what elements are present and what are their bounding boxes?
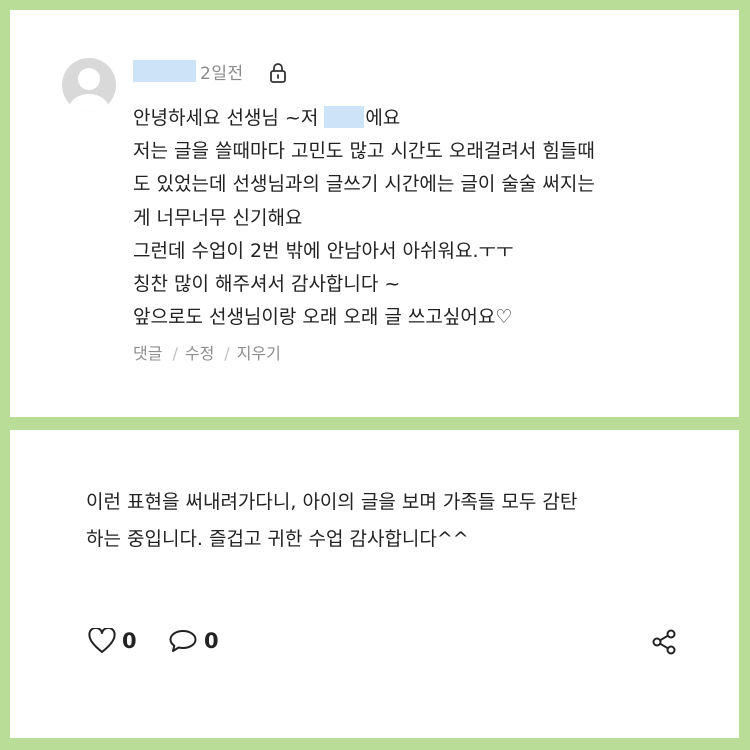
comment-text: 안녕하세요 선생님 ~저 <box>133 107 319 129</box>
comment-line: 저는 글을 쓸때마다 고민도 많고 시간도 오래걸려서 힘들때 <box>133 140 595 163</box>
separator: / <box>224 344 230 363</box>
default-avatar-icon[interactable] <box>62 58 116 112</box>
reply-body: 이런 표현을 써내려가다니, 아이의 글을 보며 가족들 모두 감탄 하는 중입… <box>86 484 706 558</box>
like-button[interactable]: 0 <box>88 628 137 654</box>
reply-line: 하는 중입니다. 즐겁고 귀한 수업 감사합니다^^ <box>86 528 469 550</box>
redacted-name <box>324 106 365 128</box>
comment-body: 안녕하세요 선생님 ~저 에요 저는 글을 쓸때마다 고민도 많고 시간도 오래걸… <box>133 102 723 334</box>
like-count: 0 <box>122 629 137 653</box>
reply-line: 이런 표현을 써내려가다니, 아이의 글을 보며 가족들 모두 감탄 <box>86 491 578 513</box>
reply-link[interactable]: 댓글 <box>133 344 162 363</box>
comment-count: 0 <box>204 629 219 653</box>
separator: / <box>172 344 178 363</box>
comment-line: 도 있었는데 선생님과의 글쓰기 시간에는 글이 술술 써지는 <box>133 173 595 196</box>
heart-icon <box>88 628 116 653</box>
speech-bubble-icon <box>169 630 197 652</box>
delete-link[interactable]: 지우기 <box>237 344 281 363</box>
comment-line: 그런데 수업이 2번 밖에 안남아서 아쉬워요.ㅜㅜ <box>133 239 514 262</box>
comment-line: 안녕하세요 선생님 ~저 에요 <box>133 102 723 135</box>
comment-line: 게 너무너무 신기해요 <box>133 206 303 229</box>
comment-line: 앞으로도 선생님이랑 오래 오래 글 쓰고싶어요♡ <box>133 306 513 329</box>
share-icon[interactable] <box>650 628 678 656</box>
comment-text: 에요 <box>365 107 401 129</box>
redacted-username <box>133 60 196 82</box>
comment-time: 2일전 <box>200 64 244 84</box>
comment-line: 칭찬 많이 해주셔서 감사합니다 ~ <box>133 273 401 296</box>
comment-actions: 댓글 / 수정 / 지우기 <box>133 340 281 364</box>
comment-button[interactable]: 0 <box>168 628 219 654</box>
edit-link[interactable]: 수정 <box>185 344 214 363</box>
lock-icon <box>270 63 286 83</box>
reply-card: 이런 표현을 써내려가다니, 아이의 글을 보며 가족들 모두 감탄 하는 중입… <box>10 430 739 738</box>
comment-card: 2일전 안녕하세요 선생님 ~저 에요 저는 글을 쓸때마다 고민도 많고 시간도… <box>10 10 739 417</box>
